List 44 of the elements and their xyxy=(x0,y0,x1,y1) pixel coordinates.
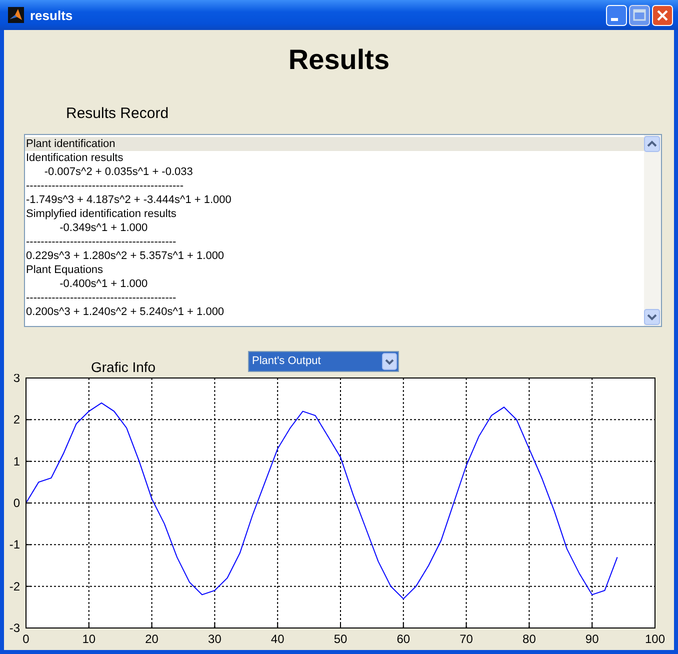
plot-dropdown[interactable]: Plant's Output xyxy=(248,350,399,372)
list-item[interactable]: Plant Equations xyxy=(25,263,644,277)
list-item[interactable]: 0.229s^3 + 1.280s^2 + 5.357s^1 + 1.000 xyxy=(25,249,644,263)
x-tick-label: 20 xyxy=(145,632,158,646)
list-item[interactable]: 0.200s^3 + 1.240s^2 + 5.240s^1 + 1.000 xyxy=(25,305,644,319)
section-label: Grafic Info xyxy=(91,359,157,375)
y-tick-label: 2 xyxy=(13,412,20,427)
x-tick-label: 80 xyxy=(522,632,536,646)
list-item[interactable]: Identification results xyxy=(25,151,644,165)
list-item[interactable]: -0.349s^1 + 1.000 xyxy=(25,221,644,235)
results-listbox[interactable] xyxy=(24,134,662,327)
y-tick-label: 0 xyxy=(13,496,20,510)
list-item[interactable]: ------------------------------------------- xyxy=(25,179,644,193)
y-tick-label: -2 xyxy=(9,579,20,594)
x-tick-label: 30 xyxy=(208,632,222,646)
section-label: Results Record xyxy=(66,104,170,124)
y-tick-label: 1 xyxy=(13,454,20,468)
x-tick-label: 10 xyxy=(82,632,96,646)
minimize-icon[interactable] xyxy=(606,4,627,26)
list-item[interactable]: -1.749s^3 + 4.187s^2 + -3.444s^1 + 1.000 xyxy=(25,193,644,207)
window-title: results xyxy=(30,8,74,22)
close-icon[interactable] xyxy=(652,4,673,26)
list-item[interactable]: -0.007s^2 + 0.035s^1 + -0.033 xyxy=(25,165,644,179)
scroll-down-icon[interactable] xyxy=(644,309,660,325)
scroll-up-icon[interactable] xyxy=(644,136,660,152)
scrollbar[interactable] xyxy=(644,135,661,326)
list-item[interactable]: Simplyfied identification results xyxy=(25,207,644,221)
list-item[interactable]: ----------------------------------------- xyxy=(25,291,644,305)
caret-icon xyxy=(382,352,397,370)
maximize-icon[interactable] xyxy=(629,4,650,26)
y-tick-label: -1 xyxy=(9,538,20,552)
x-tick-label: 100 xyxy=(644,632,666,646)
x-tick-label: 0 xyxy=(22,632,30,646)
app-icon xyxy=(8,7,24,23)
x-tick-label: 60 xyxy=(396,632,410,646)
list-item[interactable]: ----------------------------------------- xyxy=(25,235,644,249)
x-tick-label: 90 xyxy=(585,632,599,646)
page-heading: Results xyxy=(287,43,391,77)
x-tick-label: 40 xyxy=(270,632,284,646)
x-tick-label: 70 xyxy=(460,632,473,646)
list-item[interactable]: Plant identification xyxy=(25,137,644,151)
x-tick-label: 50 xyxy=(334,632,348,646)
list-item[interactable]: -0.400s^1 + 1.000 xyxy=(25,277,644,291)
y-tick-label: -3 xyxy=(9,621,20,635)
